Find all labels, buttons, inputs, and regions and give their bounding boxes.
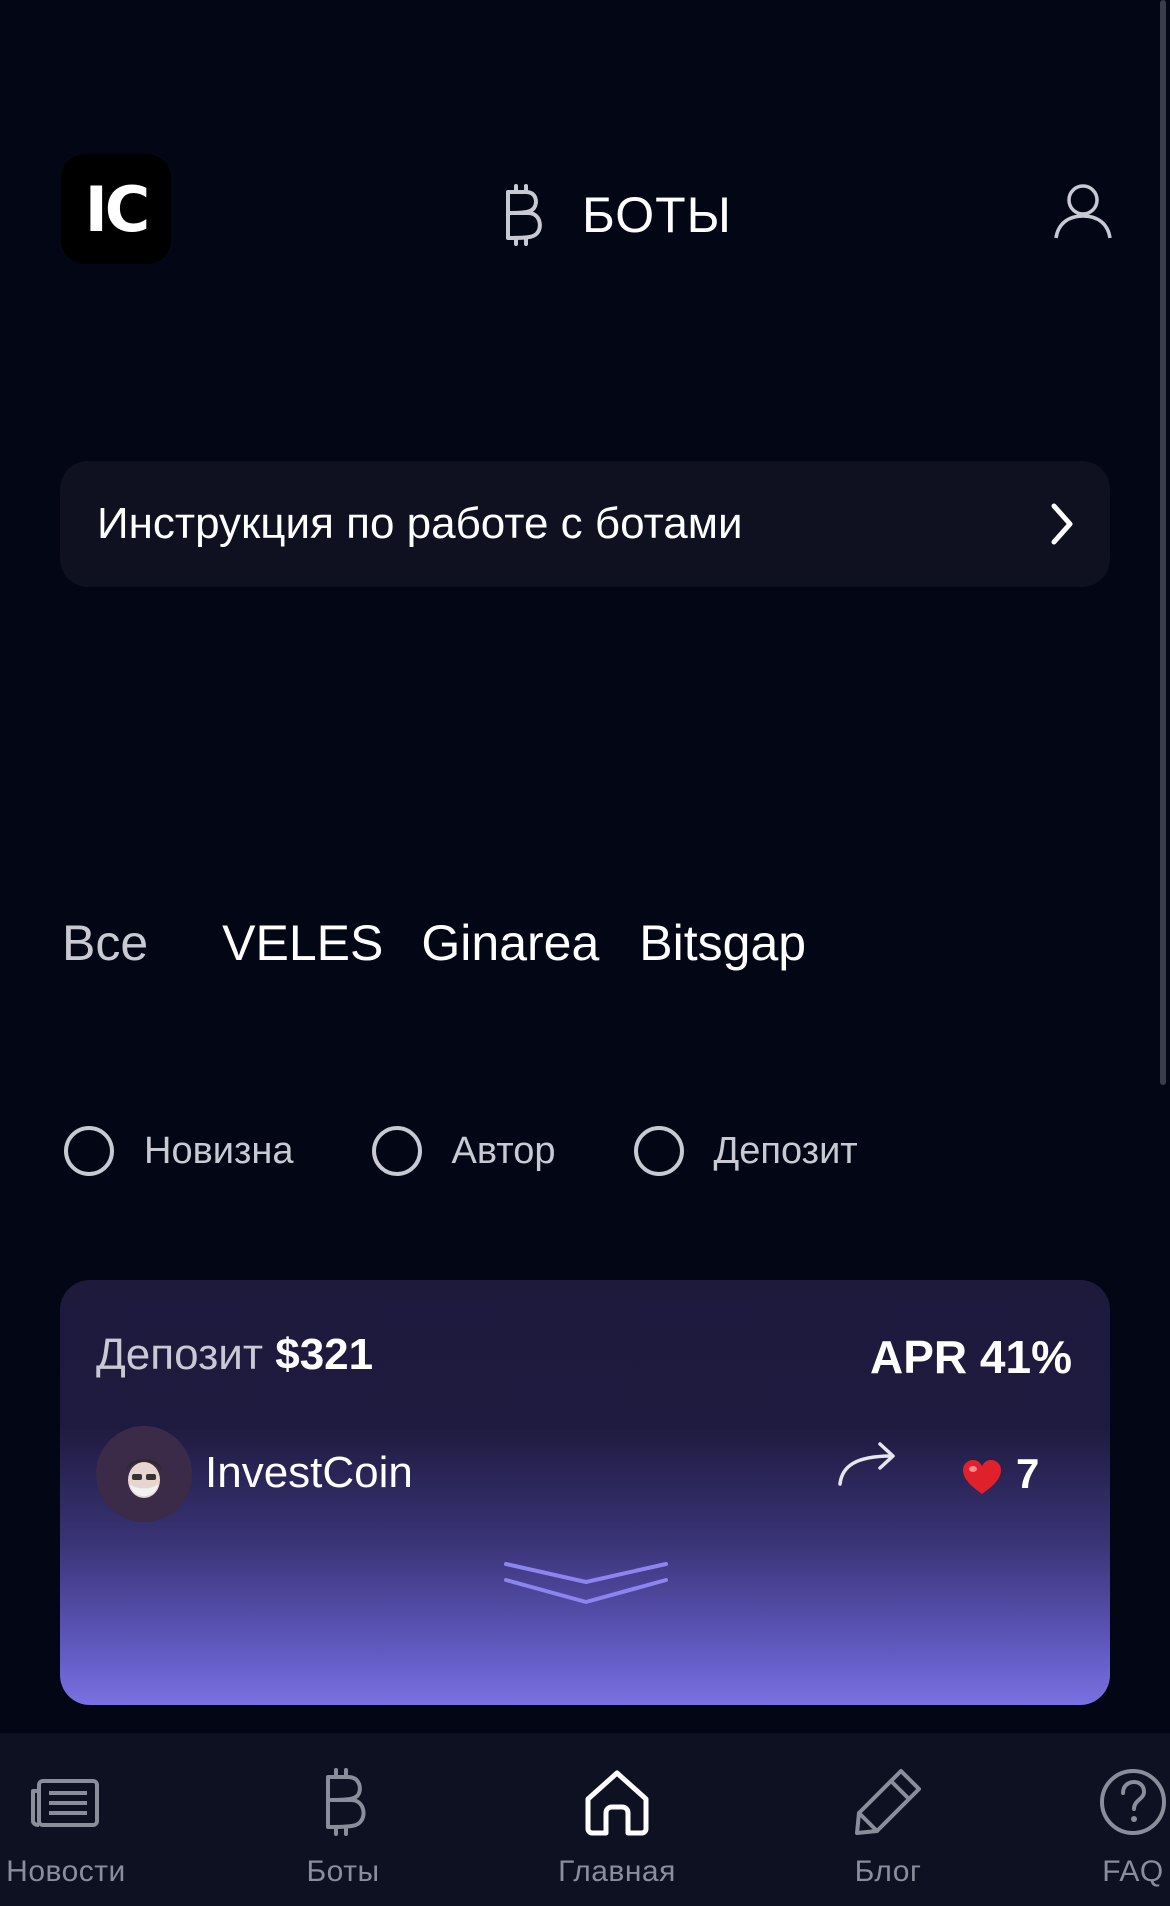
sort-newness[interactable]: Новизна [64,1126,294,1176]
instruction-label: Инструкция по работе с ботами [97,499,743,548]
nav-news[interactable]: Новости [0,1733,132,1906]
deposit-info: Депозит $321 [96,1330,373,1380]
avatar-illustration [96,1426,192,1522]
app-logo[interactable]: IC [61,154,171,264]
radio-button[interactable] [371,1126,422,1176]
sort-deposit[interactable]: Депозит [633,1126,858,1176]
expand-icon[interactable] [502,1558,670,1608]
bitcoin-icon [326,1768,366,1836]
nav-label: Боты [306,1855,380,1888]
nav-bots[interactable]: Боты [298,1733,388,1906]
pencil-icon [855,1769,921,1835]
nav-blog[interactable]: Блог [848,1733,928,1906]
sort-author[interactable]: Автор [371,1126,556,1176]
avatar[interactable] [96,1426,192,1522]
author-name[interactable]: InvestCoin [205,1448,413,1498]
nav-home[interactable]: Главная [555,1733,679,1906]
heart-icon[interactable] [961,1458,1003,1496]
bottom-navigation: Новости Боты Главная Блог FAQ [0,1733,1170,1906]
nav-label: Блог [854,1855,922,1888]
scrollbar[interactable] [1160,0,1166,1085]
radio-button[interactable] [64,1126,114,1176]
logo-text: IC [84,172,151,246]
sort-label: Депозит [713,1129,858,1172]
nav-label: Новости [6,1855,126,1888]
tab-ginarea[interactable]: Ginarea [421,914,599,972]
tab-bitsgap[interactable]: Bitsgap [639,914,806,972]
sort-label: Автор [451,1129,556,1172]
user-icon[interactable] [1052,180,1114,242]
bot-card[interactable]: Депозит $321 APR 41% InvestCoin 7 [60,1280,1110,1705]
share-icon[interactable] [836,1440,898,1488]
chevron-right-icon [1051,503,1073,545]
sort-label: Новизна [144,1129,294,1172]
deposit-value: $321 [275,1330,374,1379]
deposit-label: Депозит [96,1330,263,1379]
tab-veles[interactable]: VELES [222,914,383,972]
bitcoin-icon [506,184,542,246]
instruction-link[interactable]: Инструкция по работе с ботами [60,461,1110,587]
likes-count: 7 [1016,1450,1040,1497]
tab-all[interactable]: Все [62,914,148,972]
nav-label: FAQ [1102,1855,1164,1888]
radio-button[interactable] [633,1126,684,1176]
question-icon [1100,1769,1166,1835]
news-icon [31,1779,99,1827]
sort-options: Новизна Автор Депозит [64,1124,936,1178]
page-title-text: БОТЫ [582,187,732,243]
nav-faq[interactable]: FAQ [1096,1733,1170,1906]
apr-value: APR 41% [870,1331,1072,1383]
nav-label: Главная [558,1855,676,1888]
home-icon [585,1770,649,1836]
page-title: БОТЫ [500,180,732,250]
platform-tabs: Все VELES Ginarea Bitsgap [62,908,806,978]
